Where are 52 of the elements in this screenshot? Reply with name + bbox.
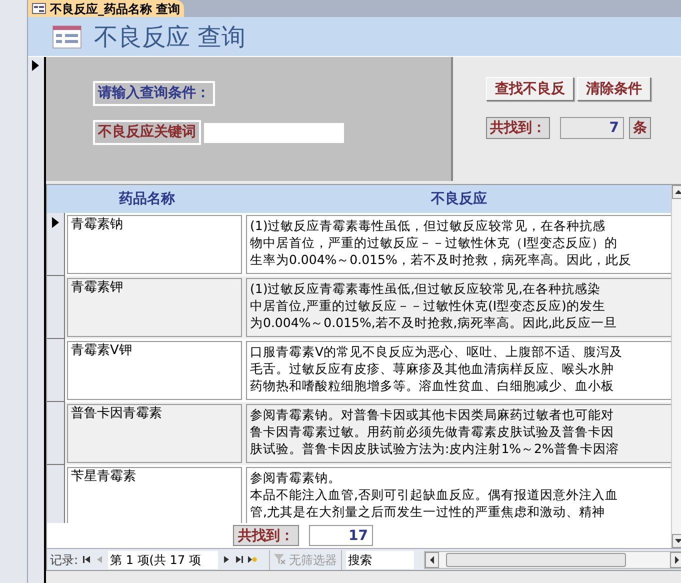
- last-record-icon[interactable]: [235, 555, 244, 564]
- vertical-scrollbar[interactable]: [671, 185, 681, 548]
- cell-text-line: 为0.004%～0.015%,若不及时抢救,病死率高。因此,此反应一旦: [250, 314, 618, 331]
- filter-icon: [274, 554, 286, 565]
- table-cell: 青霉素钾: [67, 278, 242, 337]
- cell-text-line: (1)过敏反应青霉素毒性虽低,但过敏反应较常见,在各种抗感染: [250, 280, 602, 297]
- cell-text-line: 管,尤其是在大剂量之后而发生一过性的严重焦虑和激动、精神: [250, 503, 606, 520]
- unit-label: 条: [629, 117, 651, 139]
- cell-text-line: 参阅青霉素钠。对普鲁卡因或其他卡因类局麻药过敏者也可能对: [250, 406, 615, 423]
- cell-text-line: 肤试验。普鲁卡因皮肤试验方法为:皮内注射1%～2%普鲁卡因溶: [250, 440, 620, 457]
- table-cell: 青霉素钠: [67, 215, 242, 274]
- horizontal-scrollbar[interactable]: [424, 550, 681, 568]
- table-cell: 普鲁卡因青霉素: [67, 404, 242, 463]
- record-selector[interactable]: [28, 57, 46, 583]
- found-label: 共找到：: [233, 525, 299, 546]
- record-position-field[interactable]: 第 1 项(共 17 项: [108, 550, 218, 568]
- scroll-left-icon[interactable]: [425, 552, 440, 568]
- record-label: 记录:: [50, 552, 78, 568]
- form-icon: [52, 24, 82, 48]
- current-record-icon: [52, 217, 59, 228]
- cell-text-line: 本品不能注入血管,否则可引起缺血反应。偶有报道因意外注入血: [250, 486, 619, 503]
- cell-text-line: 中居首位,严重的过敏反应－－过敏性休克(Ⅰ型变态反应)的发生: [250, 297, 606, 314]
- action-button[interactable]: 查找不良反: [486, 77, 574, 101]
- keyword-input[interactable]: [204, 122, 344, 142]
- cell-text-line: 药物热和嗜酸粒细胞增多等。溶血性贫血、白细胞减少、血小板: [250, 377, 615, 394]
- search-prompt: 请输入查询条件：: [93, 81, 215, 106]
- cell-text-line: (1)过敏反应青霉素毒性虽低，但过敏反应较常见，在各种抗感: [250, 217, 607, 234]
- table-cell: 青霉素V钾: [67, 341, 242, 400]
- scroll-thumb[interactable]: [446, 552, 626, 566]
- search-field[interactable]: 搜索: [346, 550, 414, 568]
- cell-text-line: 参阅青霉素钠。: [250, 469, 342, 486]
- row-selector[interactable]: [47, 213, 65, 276]
- form-icon: [32, 3, 46, 14]
- next-record-icon[interactable]: [222, 555, 232, 564]
- column-header: 不良反应: [430, 190, 488, 209]
- cell-text-line: 鲁卡因青霉素过敏。用药前必须先做青霉素皮肤试验及普鲁卡因: [250, 423, 615, 440]
- cell-text-line: 毛舌。过敏反应有皮疹、荨麻疹及其他血清病样反应、喉头水肿: [250, 360, 615, 377]
- column-header: 药品名称: [118, 190, 176, 209]
- found-label: 共找到：: [486, 117, 550, 139]
- form-title: 不良反应 查询: [94, 22, 246, 52]
- keyword-label: 不良反应关键词: [93, 120, 201, 145]
- scroll-right-icon[interactable]: [670, 552, 681, 568]
- found-count: 7: [560, 117, 624, 139]
- current-record-icon: [32, 60, 39, 71]
- cell-text-line: 物中居首位，严重的过敏反应－－过敏性休克（Ⅰ型变态反应）的: [250, 234, 619, 251]
- cell-text-line: 口服青霉素V的常见不良反应为恶心、呕吐、上腹部不适、腹泻及: [250, 343, 624, 360]
- cell-text-line: 生率为0.004%～0.015%，若不及时抢救，病死率高。因此，此反: [250, 251, 632, 268]
- first-record-icon[interactable]: [82, 555, 92, 564]
- found-count: 17: [309, 525, 373, 546]
- action-button[interactable]: 清除条件: [577, 77, 651, 101]
- new-record-icon[interactable]: [248, 555, 258, 564]
- document-tab[interactable]: 不良反应_药品名称 查询: [28, 0, 184, 17]
